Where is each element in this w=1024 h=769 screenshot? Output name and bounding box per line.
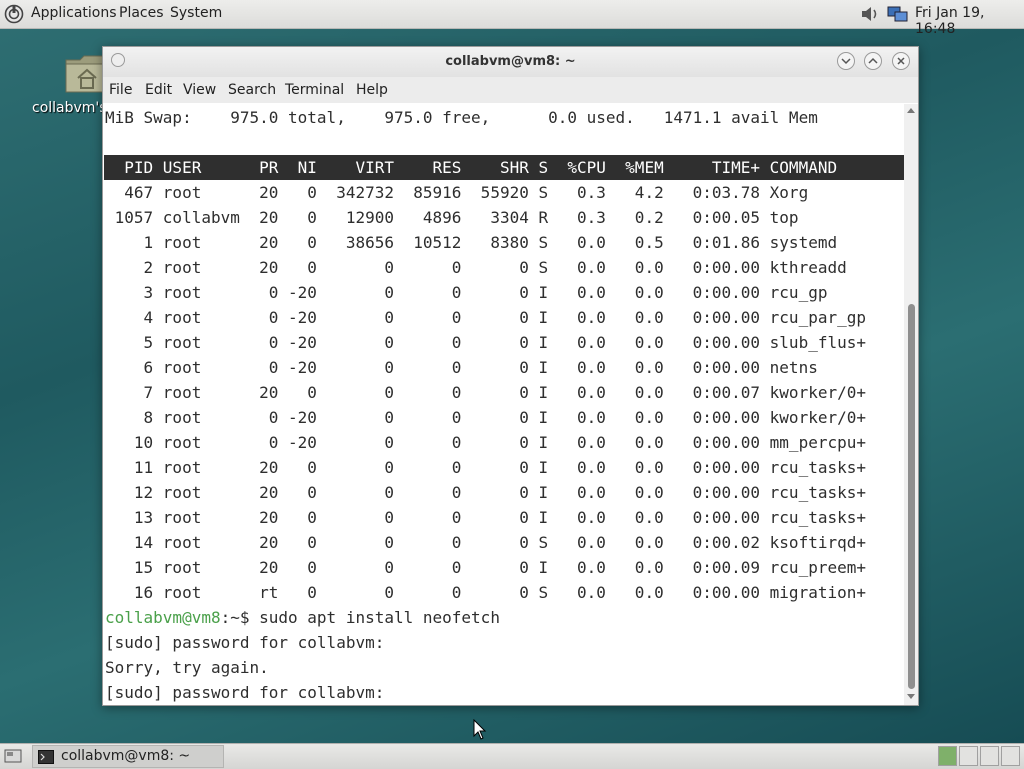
- chevron-down-icon: [841, 58, 851, 65]
- process-row: 16 root rt 0 0 0 0 S 0.0 0.0 0:00.00 mig…: [105, 583, 866, 602]
- network-icon[interactable]: [886, 4, 910, 24]
- scroll-up-icon[interactable]: [907, 107, 915, 113]
- bottom-taskbar: collabvm@vm8: ~: [0, 743, 1024, 769]
- command-prompt-line: collabvm@vm8:~$ sudo apt install neofetc…: [105, 605, 500, 630]
- process-table-header: PID USER PR NI VIRT RES SHR S %CPU %MEM …: [104, 155, 904, 180]
- window-title: collabvm@vm8: ~: [445, 54, 576, 69]
- maximize-button[interactable]: [864, 52, 882, 70]
- process-row: 1 root 20 0 38656 10512 8380 S 0.0 0.5 0…: [105, 233, 838, 252]
- menu-view[interactable]: View: [183, 82, 216, 98]
- terminal-window: collabvm@vm8: ~ File Edit View Search Te…: [102, 46, 919, 706]
- process-row: 11 root 20 0 0 0 0 I 0.0 0.0 0:00.00 rcu…: [105, 458, 866, 477]
- volume-icon[interactable]: [859, 4, 881, 24]
- taskbar-terminal-button[interactable]: collabvm@vm8: ~: [32, 745, 224, 768]
- workspace-2[interactable]: [959, 746, 978, 766]
- header-text: PID USER PR NI VIRT RES SHR S %CPU %MEM …: [105, 158, 838, 177]
- top-panel: Applications Places System Fri Jan 19, 1…: [0, 0, 1024, 37]
- swap-line: MiB Swap: 975.0 total, 975.0 free, 0.0 u…: [105, 108, 818, 127]
- workspace-1[interactable]: [938, 746, 957, 766]
- taskbar-terminal-label: collabvm@vm8: ~: [61, 748, 191, 764]
- process-row: 13 root 20 0 0 0 0 I 0.0 0.0 0:00.00 rcu…: [105, 508, 866, 527]
- workspace-3[interactable]: [980, 746, 999, 766]
- menu-help[interactable]: Help: [356, 82, 388, 98]
- prompt-command: :~$ sudo apt install neofetch: [220, 608, 500, 627]
- system-menu[interactable]: System: [170, 5, 222, 21]
- sudo-error-line: Sorry, try again.: [105, 658, 269, 677]
- minimize-button[interactable]: [837, 52, 855, 70]
- process-row: 1057 collabvm 20 0 12900 4896 3304 R 0.3…: [105, 208, 799, 227]
- menu-logo-icon[interactable]: [4, 4, 24, 24]
- process-row: 467 root 20 0 342732 85916 55920 S 0.3 4…: [105, 183, 809, 202]
- sudo-prompt-line: [sudo] password for collabvm:: [105, 633, 385, 652]
- process-row: 8 root 0 -20 0 0 0 I 0.0 0.0 0:00.00 kwo…: [105, 408, 866, 427]
- process-row: 5 root 0 -20 0 0 0 I 0.0 0.0 0:00.00 slu…: [105, 333, 866, 352]
- mouse-pointer-icon: [473, 719, 487, 740]
- close-button[interactable]: [892, 52, 910, 70]
- process-row: 2 root 20 0 0 0 0 S 0.0 0.0 0:00.00 kthr…: [105, 258, 847, 277]
- process-row: 10 root 0 -20 0 0 0 I 0.0 0.0 0:00.00 mm…: [105, 433, 866, 452]
- menu-terminal[interactable]: Terminal: [285, 82, 344, 98]
- process-row: 14 root 20 0 0 0 0 S 0.0 0.0 0:00.02 kso…: [105, 533, 866, 552]
- process-row: 4 root 0 -20 0 0 0 I 0.0 0.0 0:00.00 rcu…: [105, 308, 866, 327]
- menubar: File Edit View Search Terminal Help: [103, 77, 918, 103]
- process-row: 7 root 20 0 0 0 0 I 0.0 0.0 0:00.07 kwor…: [105, 383, 866, 402]
- sudo-prompt-line: [sudo] password for collabvm:: [105, 683, 385, 702]
- process-row: 3 root 0 -20 0 0 0 I 0.0 0.0 0:00.00 rcu…: [105, 283, 828, 302]
- prompt-user-host: collabvm@vm8: [105, 608, 221, 627]
- terminal-icon: [38, 750, 54, 764]
- places-menu[interactable]: Places: [119, 5, 164, 21]
- applications-menu[interactable]: Applications: [31, 5, 117, 21]
- close-icon: [897, 57, 905, 65]
- terminal-scrollbar[interactable]: [904, 104, 918, 705]
- window-titlebar[interactable]: collabvm@vm8: ~: [103, 47, 918, 77]
- process-row: 12 root 20 0 0 0 0 I 0.0 0.0 0:00.00 rcu…: [105, 483, 866, 502]
- scroll-down-icon[interactable]: [907, 694, 915, 700]
- menu-search[interactable]: Search: [228, 82, 276, 98]
- scrollbar-thumb[interactable]: [908, 304, 915, 689]
- home-icon-label[interactable]: collabvm's Home: [32, 100, 102, 116]
- terminal-output[interactable]: MiB Swap: 975.0 total, 975.0 free, 0.0 u…: [103, 104, 904, 705]
- process-row: 6 root 0 -20 0 0 0 I 0.0 0.0 0:00.00 net…: [105, 358, 818, 377]
- process-row: 15 root 20 0 0 0 0 I 0.0 0.0 0:00.09 rcu…: [105, 558, 866, 577]
- clock[interactable]: Fri Jan 19, 16:48: [915, 5, 1024, 37]
- menu-edit[interactable]: Edit: [145, 82, 172, 98]
- chevron-up-icon: [868, 57, 878, 64]
- menu-file[interactable]: File: [109, 82, 132, 98]
- show-desktop-icon[interactable]: [4, 748, 22, 764]
- workspace-4[interactable]: [1001, 746, 1020, 766]
